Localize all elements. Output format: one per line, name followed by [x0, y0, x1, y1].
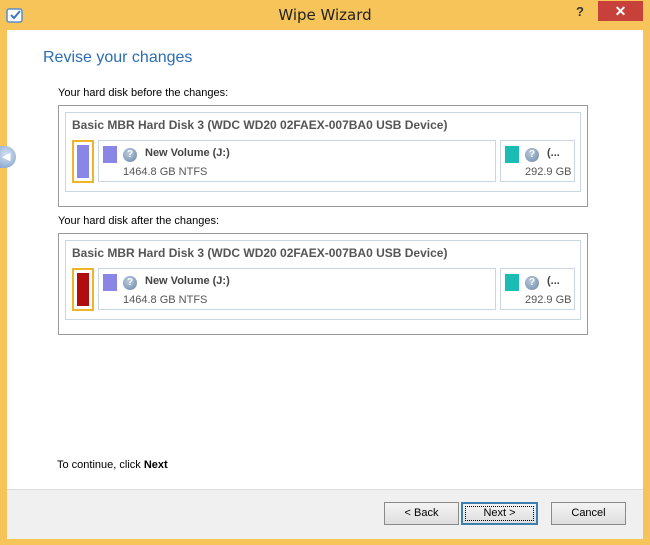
- wizard-footer: < Back Next > Cancel: [7, 489, 643, 539]
- partition-name: New Volume (J:): [145, 147, 230, 159]
- focus-ring: [465, 506, 534, 521]
- question-icon: ?: [525, 148, 539, 162]
- before-disk-panel: Basic MBR Hard Disk 3 (WDC WD20 02FAEX-0…: [65, 112, 581, 192]
- partition-color-swatch: [103, 274, 117, 291]
- before-partition-unknown[interactable]: ? (... 292.9 GB: [500, 140, 575, 182]
- wipe-wizard-window: Wipe Wizard ? ✕ Revise your changes Your…: [0, 0, 650, 545]
- before-disk-icon[interactable]: [72, 140, 94, 183]
- after-label: Your hard disk after the changes:: [58, 215, 220, 227]
- after-disk-name: Basic MBR Hard Disk 3 (WDC WD20 02FAEX-0…: [72, 246, 448, 260]
- help-icon[interactable]: ?: [566, 2, 594, 22]
- disk-icon: [77, 145, 89, 178]
- partition-color-swatch: [103, 146, 117, 163]
- wizard-content: Revise your changes Your hard disk befor…: [7, 30, 643, 489]
- title-bar: Wipe Wizard ? ✕: [0, 0, 650, 30]
- partition-name: (...: [547, 275, 560, 287]
- page-title: Revise your changes: [43, 49, 193, 66]
- continue-instruction: To continue, click Next: [57, 459, 168, 471]
- next-button[interactable]: Next >: [461, 502, 538, 525]
- before-partition-new-volume[interactable]: ? New Volume (J:) 1464.8 GB NTFS: [98, 140, 496, 182]
- before-label: Your hard disk before the changes:: [58, 87, 229, 99]
- partition-color-swatch: [505, 274, 519, 291]
- after-partition-new-volume[interactable]: ? New Volume (J:) 1464.8 GB NTFS: [98, 268, 496, 310]
- partition-size: 292.9 GB: [525, 294, 572, 306]
- partition-name: New Volume (J:): [145, 275, 230, 287]
- after-disk-icon[interactable]: [72, 268, 94, 311]
- question-icon: ?: [123, 148, 137, 162]
- before-disk-name: Basic MBR Hard Disk 3 (WDC WD20 02FAEX-0…: [72, 118, 448, 132]
- window-title: Wipe Wizard: [278, 6, 372, 24]
- continue-prefix: To continue, click: [57, 459, 144, 471]
- partition-size: 292.9 GB: [525, 166, 572, 178]
- partition-size: 1464.8 GB NTFS: [123, 294, 208, 306]
- cancel-button[interactable]: Cancel: [551, 502, 626, 525]
- question-icon: ?: [525, 276, 539, 290]
- after-disk-frame: Basic MBR Hard Disk 3 (WDC WD20 02FAEX-0…: [58, 233, 588, 335]
- partition-color-swatch: [505, 146, 519, 163]
- disk-icon: [77, 273, 89, 306]
- partition-name: (...: [547, 147, 560, 159]
- question-icon: ?: [123, 276, 137, 290]
- partition-size: 1464.8 GB NTFS: [123, 166, 208, 178]
- after-partition-unknown[interactable]: ? (... 292.9 GB: [500, 268, 575, 310]
- close-icon[interactable]: ✕: [598, 1, 643, 21]
- back-button[interactable]: < Back: [384, 502, 459, 525]
- before-disk-frame: Basic MBR Hard Disk 3 (WDC WD20 02FAEX-0…: [58, 105, 588, 207]
- after-disk-panel: Basic MBR Hard Disk 3 (WDC WD20 02FAEX-0…: [65, 240, 581, 320]
- continue-emphasis: Next: [143, 459, 168, 471]
